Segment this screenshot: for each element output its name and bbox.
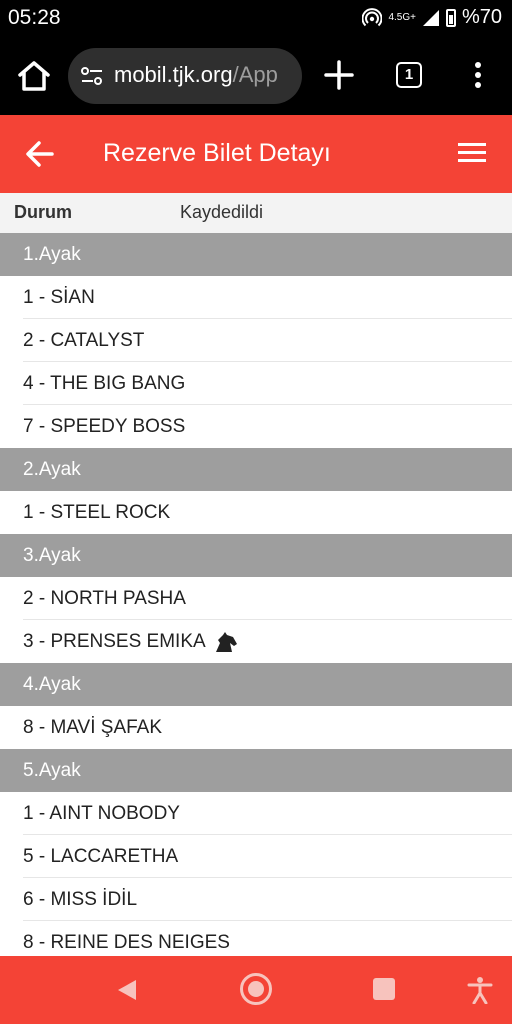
hotspot-icon <box>362 7 383 26</box>
nav-recents-icon[interactable] <box>373 978 395 1000</box>
new-tab-icon[interactable] <box>322 58 356 92</box>
signal-icon <box>422 9 439 26</box>
network-type: 4.5G+ <box>388 12 416 23</box>
horse-row: 4 - THE BIG BANG <box>0 362 512 405</box>
horse-label: 4 - THE BIG BANG <box>23 373 186 394</box>
app-bar: Rezerve Bilet Detayı <box>0 115 512 193</box>
horse-label: 1 - AINT NOBODY <box>23 803 180 824</box>
leg-header: 2.Ayak <box>0 448 512 491</box>
url-host: mobil.tjk.org <box>114 62 233 87</box>
horse-row: 2 - NORTH PASHA <box>0 577 512 620</box>
tab-switcher-button[interactable]: 1 <box>396 62 422 88</box>
url-path: /App <box>232 62 278 87</box>
horse-label: 6 - MISS İDİL <box>23 889 138 910</box>
horse-row: 3 - PRENSES EMIKA <box>0 620 512 663</box>
url-bar[interactable]: mobil.tjk.org/App <box>68 48 302 104</box>
url-text: mobil.tjk.org/App <box>114 62 278 88</box>
back-arrow-icon[interactable] <box>24 139 56 169</box>
horse-label: 2 - CATALYST <box>23 330 145 351</box>
status-time: 05:28 <box>8 6 61 29</box>
battery-level: %70 <box>461 6 502 28</box>
leg-header: 5.Ayak <box>0 749 512 792</box>
leg-header: 3.Ayak <box>0 534 512 577</box>
page-title: Rezerve Bilet Detayı <box>103 139 331 167</box>
nav-home-icon[interactable] <box>240 973 272 1005</box>
home-icon[interactable] <box>14 58 54 94</box>
legs-list: 1.Ayak 1 - SİAN 2 - CATALYST 4 - THE BIG BA… <box>0 233 512 964</box>
accessibility-icon[interactable] <box>467 976 493 1004</box>
battery-icon <box>445 8 456 27</box>
horse-row: 7 - SPEEDY BOSS <box>0 405 512 448</box>
status-value: Kaydedildi <box>180 202 264 222</box>
horse-row: 5 - LACCARETHA <box>0 835 512 878</box>
status-bar: 05:28 4.5G+ %70 <box>0 0 512 36</box>
horse-label: 3 - PRENSES EMIKA <box>23 631 206 652</box>
horse-label: 1 - STEEL ROCK <box>23 502 171 523</box>
leg-header: 1.Ayak <box>0 233 512 276</box>
horse-row: 1 - SİAN <box>0 276 512 319</box>
horse-label: 2 - NORTH PASHA <box>23 588 186 609</box>
horse-row: 8 - MAVİ ŞAFAK <box>0 706 512 749</box>
horse-label: 1 - SİAN <box>23 287 95 308</box>
browser-toolbar: mobil.tjk.org/App 1 <box>0 36 512 115</box>
nav-back-icon[interactable] <box>116 978 138 1002</box>
horse-row: 1 - STEEL ROCK <box>0 491 512 534</box>
site-settings-icon[interactable] <box>80 65 104 87</box>
horse-label: 5 - LACCARETHA <box>23 846 179 867</box>
chess-knight-icon <box>215 631 237 652</box>
horse-row: 2 - CATALYST <box>0 319 512 362</box>
overflow-menu-icon[interactable] <box>468 60 488 94</box>
horse-label: 8 - MAVİ ŞAFAK <box>23 717 163 738</box>
horse-label: 7 - SPEEDY BOSS <box>23 416 186 437</box>
horse-row: 6 - MISS İDİL <box>0 878 512 921</box>
status-icons: 4.5G+ %70 <box>362 6 502 29</box>
status-row: Durum Kaydedildi <box>0 193 512 233</box>
system-nav-bar <box>0 956 512 1024</box>
status-label: Durum <box>14 202 72 222</box>
horse-row: 1 - AINT NOBODY <box>0 792 512 835</box>
hamburger-menu-icon[interactable] <box>458 143 486 165</box>
horse-label: 8 - REINE DES NEIGES <box>23 932 230 953</box>
leg-header: 4.Ayak <box>0 663 512 706</box>
